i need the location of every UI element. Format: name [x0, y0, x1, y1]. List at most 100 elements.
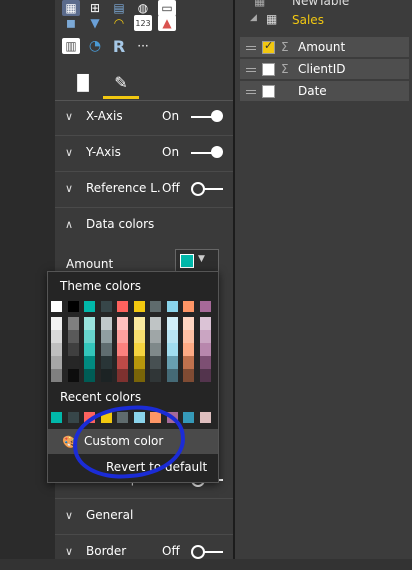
color-swatch[interactable]	[51, 343, 62, 356]
color-swatch[interactable]	[117, 317, 128, 330]
color-swatch[interactable]	[199, 343, 211, 356]
color-swatch[interactable]	[84, 301, 95, 312]
globe-icon[interactable]: ◍	[134, 0, 152, 16]
y-axis-toggle[interactable]	[191, 146, 225, 160]
drag-handle-icon[interactable]	[246, 68, 256, 69]
color-swatch[interactable]	[150, 343, 161, 356]
table-sales[interactable]: ◢ ▦ Sales	[240, 12, 410, 33]
color-swatch[interactable]	[117, 369, 128, 382]
kpi-icon[interactable]: ▲	[158, 15, 176, 31]
field-checkbox[interactable]	[262, 85, 275, 98]
section-y-axis[interactable]: ∨ Y-Axis On	[55, 135, 233, 172]
field-row-clientid[interactable]: Σ ClientID	[240, 59, 409, 79]
color-swatch[interactable]	[199, 317, 211, 330]
color-swatch[interactable]	[183, 330, 194, 343]
color-swatch[interactable]	[199, 356, 211, 369]
color-swatch[interactable]	[51, 369, 62, 382]
color-swatch[interactable]	[150, 317, 161, 330]
color-swatch[interactable]	[199, 301, 211, 312]
recent-color-swatch[interactable]	[199, 412, 211, 423]
color-swatch[interactable]	[150, 369, 161, 382]
funnel-chart-icon[interactable]: ▼	[86, 15, 104, 31]
format-tab[interactable]: ✎	[103, 68, 139, 99]
color-swatch[interactable]	[183, 356, 194, 369]
field-row-amount[interactable]: Σ Amount	[240, 37, 409, 57]
recent-color-swatch[interactable]	[67, 412, 79, 423]
matrix-icon[interactable]: ▦	[62, 0, 80, 16]
donut-icon[interactable]: ◔	[86, 38, 104, 54]
map-icon[interactable]: ▤	[110, 0, 128, 16]
filled-map-icon[interactable]: ◼	[62, 15, 80, 31]
color-swatch[interactable]	[100, 301, 112, 312]
color-swatch[interactable]	[117, 301, 128, 312]
color-swatch[interactable]	[51, 317, 62, 330]
section-reference-line[interactable]: ∨ Reference L... Off	[55, 171, 233, 208]
border-toggle[interactable]	[191, 545, 225, 559]
color-swatch[interactable]	[166, 369, 178, 382]
field-checkbox[interactable]	[262, 39, 275, 54]
color-swatch[interactable]	[100, 317, 112, 330]
color-swatch[interactable]	[100, 369, 112, 382]
color-swatch[interactable]	[166, 343, 178, 356]
color-swatch[interactable]	[150, 356, 161, 369]
section-x-axis[interactable]: ∨ X-Axis On	[55, 99, 233, 136]
color-swatch[interactable]	[133, 301, 145, 312]
field-checkbox[interactable]	[262, 63, 275, 76]
color-swatch[interactable]	[183, 317, 194, 330]
color-swatch[interactable]	[183, 301, 194, 312]
color-swatch[interactable]	[51, 356, 62, 369]
color-swatch[interactable]	[183, 343, 194, 356]
color-swatch[interactable]	[84, 317, 95, 330]
color-swatch[interactable]	[84, 330, 95, 343]
color-swatch[interactable]	[199, 330, 211, 343]
field-row-date[interactable]: Date	[240, 81, 409, 101]
recent-color-swatch[interactable]	[51, 412, 62, 423]
color-swatch[interactable]	[166, 301, 178, 312]
color-swatch[interactable]	[133, 317, 145, 330]
color-swatch[interactable]	[183, 369, 194, 382]
table-grid-icon[interactable]: ▥	[62, 38, 80, 54]
reference-toggle[interactable]	[191, 182, 225, 196]
color-swatch[interactable]	[150, 330, 161, 343]
color-swatch[interactable]	[67, 356, 79, 369]
color-swatch[interactable]	[166, 317, 178, 330]
color-swatch[interactable]	[199, 369, 211, 382]
color-swatch[interactable]	[100, 356, 112, 369]
color-swatch[interactable]	[67, 369, 79, 382]
color-swatch[interactable]	[51, 301, 62, 312]
table-icon[interactable]: 123	[134, 15, 152, 31]
drag-handle-icon[interactable]	[246, 46, 256, 47]
card-icon[interactable]: ▭	[158, 0, 176, 16]
section-border[interactable]: ∨ Border Off	[55, 534, 233, 570]
color-swatch[interactable]	[117, 330, 128, 343]
x-axis-toggle[interactable]	[191, 110, 225, 124]
color-swatch[interactable]	[51, 330, 62, 343]
color-swatch[interactable]	[117, 343, 128, 356]
color-swatch[interactable]	[84, 343, 95, 356]
color-swatch[interactable]	[133, 369, 145, 382]
color-swatch[interactable]	[133, 343, 145, 356]
color-swatch[interactable]	[67, 343, 79, 356]
color-swatch[interactable]	[166, 330, 178, 343]
color-swatch[interactable]	[84, 369, 95, 382]
gauge-icon[interactable]: ◠	[110, 15, 128, 31]
color-swatch[interactable]	[150, 301, 161, 312]
section-general[interactable]: ∨ General	[55, 498, 233, 535]
color-swatch[interactable]	[117, 356, 128, 369]
more-icon[interactable]: ···	[134, 38, 152, 54]
color-swatch[interactable]	[67, 317, 79, 330]
color-swatch[interactable]	[133, 330, 145, 343]
fields-tab[interactable]: ▐▌	[65, 68, 101, 98]
r-visual-icon[interactable]: R	[110, 37, 128, 56]
color-swatch[interactable]	[84, 356, 95, 369]
recent-color-swatch[interactable]	[183, 412, 194, 423]
color-swatch[interactable]	[166, 356, 178, 369]
funnel-icon[interactable]: ⊞	[86, 0, 104, 16]
color-swatch[interactable]	[67, 330, 79, 343]
section-data-colors[interactable]: ∧ Data colors	[55, 207, 233, 243]
color-swatch[interactable]	[100, 343, 112, 356]
color-swatch[interactable]	[133, 356, 145, 369]
color-swatch[interactable]	[67, 301, 79, 312]
drag-handle-icon[interactable]	[246, 90, 256, 91]
color-swatch[interactable]	[100, 330, 112, 343]
